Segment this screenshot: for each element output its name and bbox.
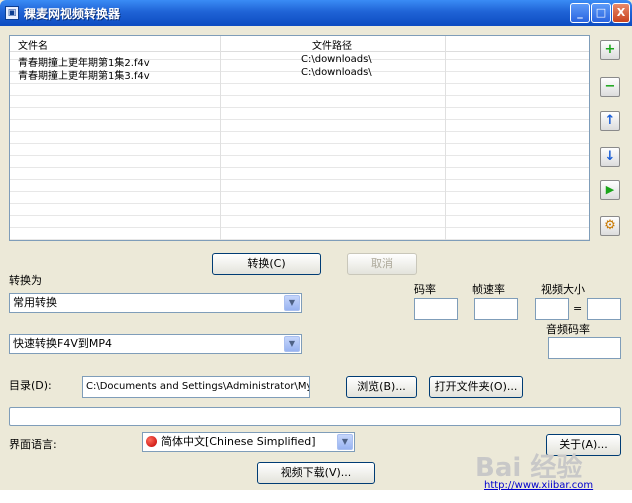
column-header-filepath[interactable]: 文件路径	[312, 37, 352, 52]
video-size-label: 视频大小	[541, 283, 585, 296]
directory-input[interactable]: C:\Documents and Settings\Administrator\…	[82, 376, 310, 398]
settings-icon: ⚙	[604, 218, 616, 233]
bitrate-label: 码率	[414, 283, 436, 296]
language-label: 界面语言:	[9, 438, 57, 451]
open-folder-button[interactable]: 打开文件夹(O)...	[429, 376, 523, 398]
language-value: 简体中文[Chinese Simplified]	[161, 435, 316, 448]
file-row[interactable]: 青春期撞上更年期第1集2.f4v C:\downloads\	[10, 54, 589, 69]
remove-file-button[interactable]: −	[600, 77, 620, 97]
bitrate-input[interactable]	[414, 298, 458, 320]
framerate-label: 帧速率	[472, 283, 505, 296]
video-download-button[interactable]: 视频下载(V)...	[257, 462, 375, 484]
directory-label: 目录(D):	[9, 379, 52, 392]
minimize-button[interactable]: _	[570, 3, 590, 23]
chevron-down-icon[interactable]: ▼	[284, 336, 300, 352]
convert-category-value: 常用转换	[13, 296, 57, 309]
chevron-down-icon[interactable]: ▼	[284, 295, 300, 311]
convert-preset-value: 快速转换F4V到MP4	[13, 337, 112, 350]
add-icon: +	[604, 42, 616, 57]
move-up-button[interactable]: ↑	[600, 111, 620, 131]
arrow-down-icon: ↓	[604, 149, 616, 164]
file-row-path: C:\downloads\	[301, 67, 372, 78]
size-separator: =	[573, 302, 583, 315]
title-bar[interactable]: ▣ 稞麦网视频转换器 _ □ X	[0, 0, 632, 26]
file-row[interactable]: 青春期撞上更年期第1集3.f4v C:\downloads\	[10, 67, 589, 82]
file-row-name: 青春期撞上更年期第1集3.f4v	[18, 71, 150, 82]
framerate-input[interactable]	[474, 298, 518, 320]
app-icon: ▣	[5, 6, 19, 20]
browse-button[interactable]: 浏览(B)...	[346, 376, 417, 398]
arrow-up-icon: ↑	[604, 113, 616, 128]
language-select[interactable]: 简体中文[Chinese Simplified] ▼	[142, 432, 355, 452]
convert-to-label: 转换为	[9, 274, 42, 287]
move-down-button[interactable]: ↓	[600, 147, 620, 167]
file-list[interactable]: 文件名 文件路径 青春期撞上更年期第1集2.f4v C:\downloads\ …	[9, 35, 590, 241]
audio-bitrate-label: 音频码率	[546, 323, 590, 336]
baidu-watermark: Bai 经验	[475, 453, 583, 483]
video-height-input[interactable]	[587, 298, 621, 320]
play-button[interactable]: ▶	[600, 180, 620, 200]
cancel-button[interactable]: 取消	[347, 253, 417, 275]
audio-bitrate-input[interactable]	[548, 337, 621, 359]
play-icon: ▶	[605, 183, 615, 196]
file-list-header: 文件名 文件路径	[10, 36, 589, 52]
main-window: ▣ 稞麦网视频转换器 _ □ X 文件名 文件路径 青春期撞上更年期第1集2.f…	[0, 0, 632, 503]
chevron-down-icon[interactable]: ▼	[337, 434, 353, 450]
remove-icon: −	[604, 79, 616, 94]
maximize-button[interactable]: □	[591, 3, 611, 23]
file-row-path: C:\downloads\	[301, 54, 372, 65]
convert-category-select[interactable]: 常用转换 ▼	[9, 293, 302, 313]
convert-preset-select[interactable]: 快速转换F4V到MP4 ▼	[9, 334, 302, 354]
add-file-button[interactable]: +	[600, 40, 620, 60]
conversion-progress-bar	[9, 407, 621, 426]
settings-button[interactable]: ⚙	[600, 216, 620, 236]
close-button[interactable]: X	[612, 3, 630, 23]
window-title: 稞麦网视频转换器	[24, 7, 121, 21]
video-width-input[interactable]	[535, 298, 569, 320]
column-header-filename[interactable]: 文件名	[18, 37, 48, 52]
status-strip	[0, 490, 632, 503]
convert-button[interactable]: 转换(C)	[212, 253, 321, 275]
china-flag-icon	[146, 436, 157, 447]
